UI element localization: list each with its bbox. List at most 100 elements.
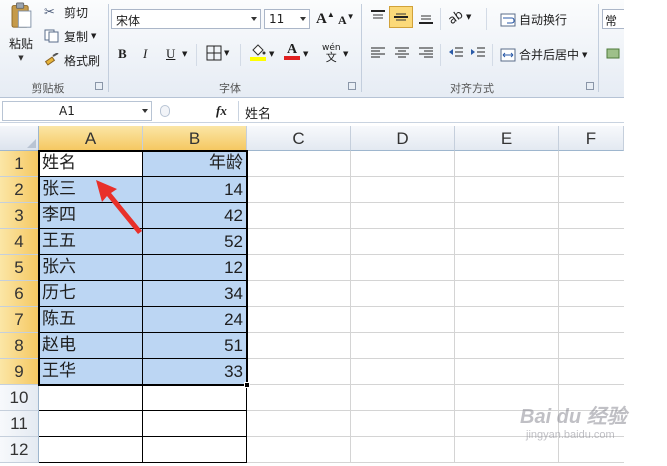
cell-b2[interactable]: 14	[143, 177, 247, 203]
increase-indent-button[interactable]	[470, 46, 486, 60]
column-header-b[interactable]: B	[143, 126, 247, 151]
underline-button[interactable]: U	[166, 46, 175, 62]
row-header-2[interactable]: 2	[0, 177, 39, 203]
align-top-button[interactable]	[370, 10, 386, 24]
divider	[598, 4, 599, 92]
cell-b4[interactable]: 52	[143, 229, 247, 255]
cell-b6[interactable]: 34	[143, 281, 247, 307]
row-header-1[interactable]: 1	[0, 151, 39, 177]
cut-button[interactable]: ✂ 剪切	[44, 4, 88, 20]
cell-a7[interactable]: 陈五	[39, 307, 143, 333]
chevron-down-icon[interactable]	[142, 109, 148, 113]
fill-color-dropdown[interactable]: ▼	[269, 50, 274, 58]
decrease-indent-button[interactable]	[448, 46, 464, 60]
cell-a10[interactable]	[39, 385, 143, 411]
row-header-6[interactable]: 6	[0, 281, 39, 307]
row-header-4[interactable]: 4	[0, 229, 39, 255]
divider	[108, 4, 109, 92]
cell-a9[interactable]: 王华	[39, 359, 143, 385]
column-header-c[interactable]: C	[247, 126, 351, 151]
align-right-button[interactable]	[418, 46, 434, 60]
row-header-12[interactable]: 12	[0, 437, 39, 463]
number-format-combo[interactable]: 常规	[602, 9, 626, 29]
cell-a11[interactable]	[39, 411, 143, 437]
copy-button[interactable]: 复制 ▼	[44, 28, 96, 44]
row-header-11[interactable]: 11	[0, 411, 39, 437]
clipboard-group-title: 剪贴板	[31, 82, 65, 95]
number-format-value: 常规	[605, 14, 618, 28]
ribbon-overflow-area	[624, 0, 667, 98]
cell-b11[interactable]	[143, 411, 247, 437]
row-header-10[interactable]: 10	[0, 385, 39, 411]
font-color-dropdown[interactable]: ▼	[303, 50, 308, 58]
name-box[interactable]: A1	[2, 101, 152, 121]
cell-a12[interactable]	[39, 437, 143, 463]
paste-button[interactable]: 粘贴 ▼	[4, 2, 38, 62]
cell-b8[interactable]: 51	[143, 333, 247, 359]
align-left-button[interactable]	[370, 46, 386, 60]
cell-b3[interactable]: 42	[143, 203, 247, 229]
accounting-format-button[interactable]	[606, 46, 620, 60]
merge-center-button[interactable]: 合并后居中 ▼	[500, 46, 587, 63]
formula-resize-handle[interactable]	[160, 105, 170, 117]
fill-handle[interactable]	[244, 382, 250, 388]
underline-dropdown[interactable]: ▼	[182, 50, 187, 58]
alignment-dialog-launcher[interactable]	[586, 82, 594, 90]
column-header-d[interactable]: D	[351, 126, 455, 151]
row-header-3[interactable]: 3	[0, 203, 39, 229]
align-bottom-button[interactable]	[418, 10, 434, 24]
cell-b9[interactable]: 33	[143, 359, 247, 385]
cell-b12[interactable]	[143, 437, 247, 463]
font-color-button[interactable]: A	[284, 43, 300, 60]
paste-icon	[11, 2, 32, 28]
row-header-7[interactable]: 7	[0, 307, 39, 333]
font-color-swatch	[284, 56, 300, 60]
select-all-button[interactable]	[0, 126, 39, 151]
clipboard-dialog-launcher[interactable]	[95, 82, 103, 90]
cell-a1[interactable]: 姓名	[39, 151, 143, 177]
font-size-combo[interactable]: 11	[264, 9, 310, 29]
column-header-f[interactable]: F	[559, 126, 624, 151]
cell-b7[interactable]: 24	[143, 307, 247, 333]
italic-button[interactable]: I	[143, 46, 147, 62]
chevron-down-icon: ▼	[91, 32, 97, 40]
align-center-button[interactable]	[394, 46, 410, 60]
orientation-button[interactable]: ab ▼	[445, 7, 472, 27]
formula-input[interactable]: 姓名	[238, 101, 624, 122]
align-middle-icon	[394, 13, 408, 21]
format-painter-button[interactable]: 格式刷	[44, 52, 100, 68]
column-header-a[interactable]: A	[39, 126, 143, 151]
phonetic-button[interactable]: wén 文	[322, 44, 341, 64]
borders-icon	[206, 45, 222, 61]
chevron-down-icon	[300, 17, 306, 21]
insert-function-button[interactable]: fx	[216, 103, 227, 119]
merge-center-icon	[500, 48, 516, 61]
column-header-e[interactable]: E	[455, 126, 559, 151]
grow-font-button[interactable]: A▲	[316, 10, 335, 28]
align-top-icon	[371, 10, 385, 19]
cell-a6[interactable]: 历七	[39, 281, 143, 307]
font-name-combo[interactable]: 宋体	[111, 9, 261, 29]
bold-button[interactable]: B	[118, 46, 127, 62]
shrink-font-button[interactable]: A▼	[338, 12, 355, 28]
align-middle-button[interactable]	[389, 6, 413, 28]
cell-b5[interactable]: 12	[143, 255, 247, 281]
wrap-text-button[interactable]: 自动换行	[500, 11, 567, 28]
cell-a5[interactable]: 张六	[39, 255, 143, 281]
fill-color-button[interactable]	[250, 44, 266, 61]
phonetic-icon-char: 文	[325, 51, 337, 64]
font-dialog-launcher[interactable]	[348, 82, 356, 90]
row-header-5[interactable]: 5	[0, 255, 39, 281]
cell-b1[interactable]: 年龄	[143, 151, 247, 177]
fill-color-swatch	[250, 57, 266, 61]
phonetic-dropdown[interactable]: ▼	[343, 50, 348, 58]
row-header-8[interactable]: 8	[0, 333, 39, 359]
scissors-icon: ✂	[44, 4, 55, 20]
copy-icon	[44, 29, 59, 43]
borders-button[interactable]: ▼	[206, 45, 229, 61]
row-header-9[interactable]: 9	[0, 359, 39, 385]
cell-b10[interactable]	[143, 385, 247, 411]
font-color-icon: A	[286, 42, 298, 57]
chevron-down-icon: ▼	[465, 13, 472, 21]
cell-a8[interactable]: 赵电	[39, 333, 143, 359]
